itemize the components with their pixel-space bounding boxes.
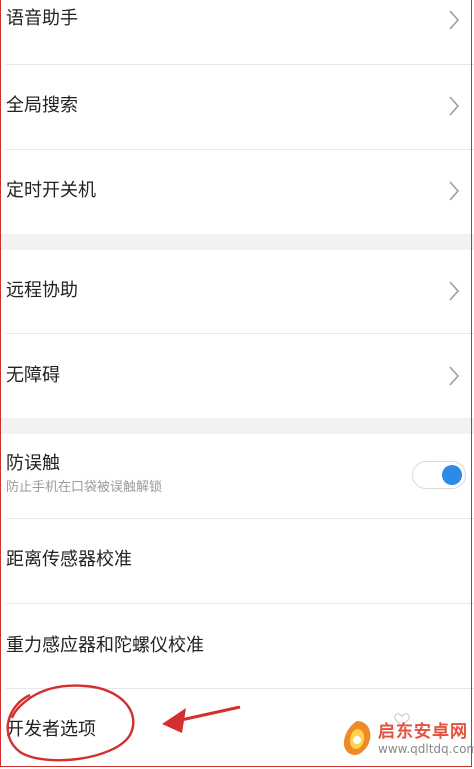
settings-item-remote-assist[interactable]: 远程协助 (0, 250, 474, 333)
watermark: 启东安卓网 www.qdltdq.com (338, 715, 474, 763)
chevron-right-icon (449, 366, 460, 386)
proximity-calibration-label: 距离传感器校准 (6, 549, 132, 570)
chevron-right-icon (449, 96, 460, 116)
section-gap (0, 234, 474, 250)
settings-item-anti-touch[interactable]: 防误触 防止手机在口袋被误触解锁 (0, 434, 474, 518)
anti-touch-label: 防误触 (6, 453, 60, 474)
developer-options-label: 开发者选项 (6, 719, 96, 740)
settings-item-accessibility[interactable]: 无障碍 (0, 334, 474, 418)
voice-assistant-label: 语音助手 (6, 8, 78, 29)
watermark-logo-icon (343, 721, 371, 755)
toggle-knob (442, 465, 462, 485)
watermark-text: 启东安卓网 (378, 722, 468, 742)
chevron-right-icon (449, 10, 460, 30)
section-gap (0, 418, 474, 434)
scheduled-power-label: 定时开关机 (6, 180, 96, 201)
gravity-calibration-label: 重力感应器和陀螺仪校准 (6, 635, 204, 656)
settings-item-scheduled-power[interactable]: 定时开关机 (0, 150, 474, 234)
settings-item-global-search[interactable]: 全局搜索 (0, 65, 474, 149)
anti-touch-subtitle: 防止手机在口袋被误触解锁 (6, 480, 163, 495)
watermark-url: www.qdltdq.com (378, 742, 474, 756)
settings-item-voice-assistant[interactable]: 语音助手 (0, 0, 474, 64)
anti-touch-toggle[interactable] (412, 461, 466, 489)
remote-assist-label: 远程协助 (6, 280, 78, 301)
chevron-right-icon (449, 181, 460, 201)
chevron-right-icon (449, 281, 460, 301)
accessibility-label: 无障碍 (6, 365, 60, 386)
global-search-label: 全局搜索 (6, 95, 78, 116)
settings-item-gravity-calibration[interactable]: 重力感应器和陀螺仪校准 (0, 604, 474, 688)
settings-item-proximity-calibration[interactable]: 距离传感器校准 (0, 519, 474, 603)
